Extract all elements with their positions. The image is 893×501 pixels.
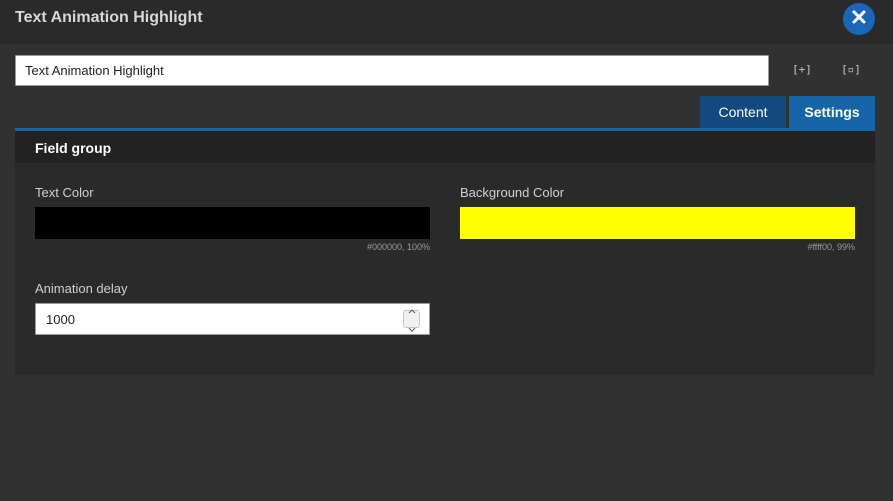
animation-delay-value: 1000 [46,312,75,327]
close-button[interactable] [843,3,875,35]
chevron-up-icon[interactable] [408,301,416,319]
chevron-down-icon[interactable] [408,319,416,337]
field-group-header: Field group [15,131,875,163]
text-color-value: #000000, 100% [366,242,430,252]
animation-delay-label: Animation delay [35,281,128,296]
expand-button[interactable]: [+] [792,61,812,79]
text-color-swatch[interactable] [35,207,430,239]
background-color-label: Background Color [460,185,565,200]
field-group-body: Text Color #000000, 100% Background Colo… [15,163,875,375]
field-group-title: Field group [35,140,112,156]
background-color-swatch[interactable] [460,207,855,239]
text-color-label: Text Color [35,185,94,200]
close-icon [852,10,866,29]
modal-title: Text Animation Highlight [15,9,203,26]
element-name-input[interactable] [15,55,769,86]
animation-delay-input[interactable]: 1000 [35,303,430,335]
number-stepper[interactable] [403,309,420,332]
inspect-button[interactable]: [▫] [841,61,861,79]
tab-settings[interactable]: Settings [789,96,875,128]
modal-header: Text Animation Highlight [0,0,893,44]
background-color-value: #ffff00, 99% [807,242,855,252]
tab-content[interactable]: Content [700,96,786,128]
